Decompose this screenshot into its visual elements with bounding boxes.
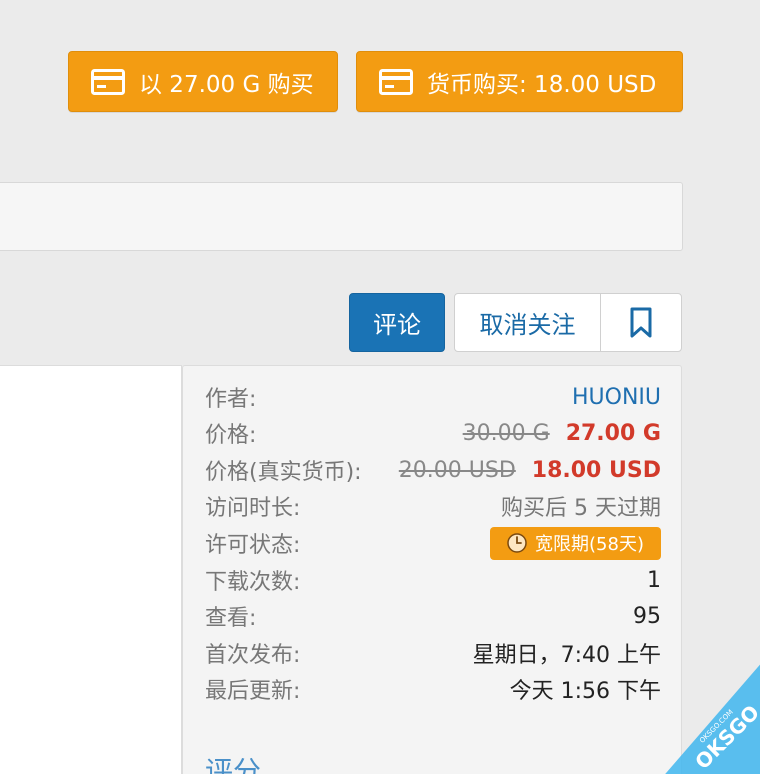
credit-card-icon <box>379 68 413 95</box>
tab-bar <box>0 182 683 251</box>
author-label: 作者: <box>205 387 257 412</box>
credit-card-icon <box>91 68 125 95</box>
downloads-value: 1 <box>647 567 661 593</box>
real-price-new: 18.00 USD <box>531 457 661 483</box>
price-old: 30.00 G <box>462 420 550 446</box>
info-row-access: 访问时长: 购买后 5 天过期 <box>205 489 661 523</box>
first-release-label: 首次发布: <box>205 643 301 668</box>
real-price-old: 20.00 USD <box>398 457 516 483</box>
info-row-views: 查看: 95 <box>205 599 661 633</box>
info-row-author: 作者: HUONIU <box>205 380 661 414</box>
info-row-first-release: 首次发布: 星期日，7:40 上午 <box>205 636 661 670</box>
real-price-value: 20.00 USD 18.00 USD <box>399 458 661 483</box>
buy-with-gold-button[interactable]: 以 27.00 G 购买 <box>68 51 338 112</box>
rating-section-title: 评分 <box>205 755 262 774</box>
views-value: 95 <box>633 603 661 629</box>
license-label: 许可状态: <box>205 533 301 558</box>
info-row-downloads: 下载次数: 1 <box>205 563 661 597</box>
access-value: 购买后 5 天过期 <box>501 496 661 521</box>
author-link[interactable]: HUONIU <box>572 385 661 410</box>
buy-with-currency-button[interactable]: 货币购买: 18.00 USD <box>356 51 683 112</box>
buy-with-currency-label: 货币购买: 18.00 USD <box>427 71 657 98</box>
real-price-label: 价格(真实货币): <box>205 460 362 485</box>
clock-icon <box>507 533 527 553</box>
review-button-label: 评论 <box>373 311 421 339</box>
watermark-brand: OKSGO <box>690 700 760 774</box>
downloads-label: 下载次数: <box>205 570 301 595</box>
unwatch-button-label: 取消关注 <box>479 311 576 339</box>
price-new: 27.00 G <box>565 420 661 446</box>
price-value: 30.00 G 27.00 G <box>463 421 661 446</box>
last-update-label: 最后更新: <box>205 679 301 704</box>
resource-info-panel: 作者: HUONIU 价格: 30.00 G 27.00 G 价格(真实货币): … <box>182 365 682 774</box>
price-label: 价格: <box>205 423 257 448</box>
buy-with-gold-label: 以 27.00 G 购买 <box>139 71 314 98</box>
info-row-real-price: 价格(真实货币): 20.00 USD 18.00 USD <box>205 453 661 487</box>
access-label: 访问时长: <box>205 496 301 521</box>
review-button[interactable]: 评论 <box>349 293 445 352</box>
info-row-price: 价格: 30.00 G 27.00 G <box>205 416 661 450</box>
resource-description-panel <box>0 365 182 774</box>
bookmark-icon <box>630 307 652 337</box>
license-badge-text: 宽限期(58天) <box>535 534 644 555</box>
license-status-badge: 宽限期(58天) <box>490 526 661 560</box>
first-release-value: 星期日，7:40 上午 <box>472 643 661 668</box>
info-row-license: 许可状态: 宽限期(58天) <box>205 526 661 560</box>
watch-button-group: 取消关注 <box>454 293 682 352</box>
unwatch-button[interactable]: 取消关注 <box>455 294 601 351</box>
views-label: 查看: <box>205 606 257 631</box>
last-update-value: 今天 1:56 下午 <box>509 679 661 704</box>
watermark-domain: OKSGO.COM <box>698 708 735 745</box>
info-row-last-update: 最后更新: 今天 1:56 下午 <box>205 672 661 706</box>
bookmark-button[interactable] <box>601 294 681 351</box>
